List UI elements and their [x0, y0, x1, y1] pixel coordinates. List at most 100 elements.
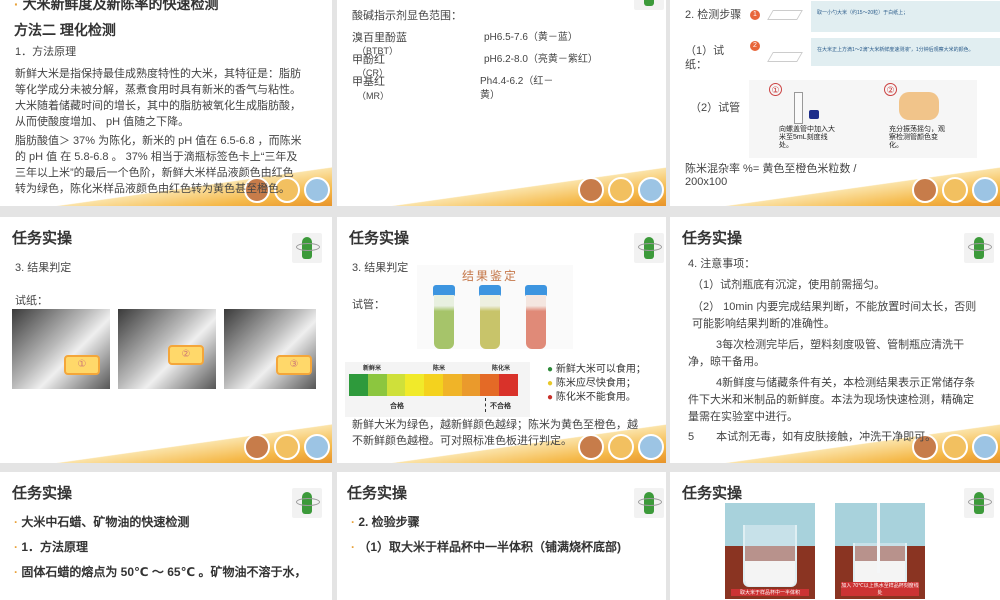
- decor-image: [608, 177, 634, 203]
- color-swatch: [480, 374, 500, 396]
- image-caption: 取大米于样品杯中一半体积: [731, 589, 809, 596]
- method-title: 方法二 理化检测: [14, 22, 116, 38]
- decor-image: [274, 434, 300, 460]
- paragraph: 脂肪酸值＞ 37% 为陈化，新米的 pH 值在 6.5-6.8 ，而陈米的 pH…: [15, 135, 302, 195]
- paper-dropper-icon: [767, 52, 803, 62]
- mascot-icon: [634, 0, 664, 10]
- slide-title: 任务实操: [682, 485, 743, 502]
- paper-label: 试纸：: [15, 295, 48, 307]
- note-item: （2） 10min 内要完成结果判断，不能放置时间太长，否则可能影响结果判断的准…: [692, 301, 977, 330]
- color-swatch: [367, 374, 387, 396]
- bullet-item: · 2. 检验步骤: [351, 515, 420, 529]
- legend-item: ● 新鲜大米可以食用；: [547, 364, 646, 375]
- circle-number: ①: [769, 83, 782, 96]
- hand-icon: [899, 92, 939, 120]
- color-swatch: [386, 374, 406, 396]
- tube-label: （2）试管: [690, 102, 741, 114]
- color-swatch: [499, 374, 519, 396]
- slide-8[interactable]: 任务实操 · 2. 检验步骤 · （1）取大米于样品杯中一半体积（铺满烧杯底部): [337, 472, 666, 600]
- decor-image: [972, 177, 998, 203]
- tag-label: ①: [64, 355, 100, 375]
- divider: [485, 398, 486, 412]
- note-item: （1）试剂瓶底有沉淀，使用前需摇匀。: [692, 279, 886, 291]
- slide-title: 任务实操: [682, 230, 743, 247]
- tube-icon: [794, 92, 803, 124]
- slide-5[interactable]: 任务实操 3. 结果判定 试管： 结果鉴定 新鲜米 陈米 陈化米 合格 不合格 …: [337, 217, 666, 463]
- subheading: 3. 结果判定: [352, 262, 409, 274]
- tube-procedure-image: ① ② 向螺盖管中加入大米至5mL刻度线处。 充分振荡摇匀，观察检测管颜色变化。: [749, 80, 977, 158]
- paper-icon: [767, 10, 803, 20]
- cap-icon: [809, 110, 819, 119]
- step-box: 取一小勺大米（约15～20粒）于白纸上；: [811, 1, 1000, 32]
- tube-label: 试管：: [352, 299, 385, 311]
- paper-label: （1）试纸：: [685, 45, 725, 71]
- bullet-item: · 固体石蜡的熔点为 50℃ ～ 65℃ 。矿物油不溶于水，: [14, 565, 307, 579]
- fail-label: 不合格: [490, 403, 511, 410]
- bullet-item: · 1．方法原理: [14, 540, 89, 554]
- slide-title: 任务实操: [347, 485, 408, 502]
- decor-image: [304, 177, 330, 203]
- subheading: 1．方法原理: [15, 46, 77, 58]
- caption: 充分振荡摇匀，观察检测管颜色变化。: [889, 126, 945, 149]
- slide-heading: · 大米新鲜度及新陈率的快速检测: [14, 0, 219, 12]
- red-tube: [526, 295, 546, 349]
- mascot-icon: [292, 233, 322, 263]
- slide-9[interactable]: 任务实操 取大米于样品杯中一半体积 加入 70℃以上热水至样品杯刻度线处: [670, 472, 1000, 600]
- indicator-range: pH6.5-7.6（黄－蓝）: [484, 32, 578, 43]
- scale-label: 新鲜米: [363, 366, 382, 372]
- decor-image: [942, 177, 968, 203]
- image-caption: 加入 70℃以上热水至样品杯刻度线处: [841, 582, 919, 596]
- mascot-icon: [634, 488, 664, 518]
- color-scale: 新鲜米 陈米 陈化米 合格 不合格: [345, 362, 530, 417]
- result-photo: ①: [12, 309, 110, 389]
- slide-4[interactable]: 任务实操 3. 结果判定 试纸： ① ② ③: [0, 217, 332, 463]
- indicator-range: Ph4.4-6.2（红－黄）: [480, 76, 554, 101]
- caption: 向螺盖管中加入大米至5mL刻度线处。: [779, 126, 835, 149]
- indicator-heading: 酸碱指示剂显色范围：: [352, 10, 462, 22]
- indicator-abbr: （MR）: [357, 91, 389, 101]
- yellow-tube: [480, 295, 500, 349]
- legend-item: ● 陈米应尽快食用；: [547, 378, 636, 389]
- mascot-icon: [964, 233, 994, 263]
- scale-label: 陈米: [433, 366, 446, 372]
- beaker-water-image: 加入 70℃以上热水至样品杯刻度线处: [835, 503, 925, 599]
- slide-3[interactable]: 2. 检测步骤 （1）试纸： （2）试管 1 2 取一小勺大米（约15～20粒）…: [670, 0, 1000, 206]
- result-photo: ②: [118, 309, 216, 389]
- paragraph: 新鲜大米为绿色，越新鲜颜色越绿；陈米为黄色至橙色，越不新鲜颜色越橙。可对照标准色…: [352, 419, 638, 447]
- slide-title: 任务实操: [349, 230, 410, 247]
- result-photo: ③: [224, 309, 316, 389]
- image-title: 结果鉴定: [462, 269, 519, 283]
- color-bar: [349, 374, 519, 396]
- bullet-item: · （1）取大米于样品杯中一半体积（铺满烧杯底部): [351, 540, 622, 554]
- slide-title: 任务实操: [12, 485, 73, 502]
- subheading: 3. 结果判定: [15, 262, 72, 274]
- slide-2[interactable]: 酸碱指示剂显色范围： 溴百里酚蓝 （BTBT） pH6.5-7.6（黄－蓝） 甲…: [337, 0, 666, 206]
- slide-6[interactable]: 任务实操 4. 注意事项： （1）试剂瓶底有沉淀，使用前需摇匀。 （2） 10m…: [670, 217, 1000, 463]
- notes-heading: 4. 注意事项：: [688, 258, 756, 270]
- decor-image: [638, 177, 664, 203]
- color-swatch: [405, 374, 425, 396]
- tag-label: ③: [276, 355, 312, 375]
- circle-number: ②: [884, 83, 897, 96]
- decor-image: [912, 177, 938, 203]
- formula: 陈米混杂率 %= 黄色至橙色米粒数 / 200x100: [685, 163, 857, 188]
- slide-1[interactable]: · 大米新鲜度及新陈率的快速检测 方法二 理化检测 1．方法原理 新鲜大米是指保…: [0, 0, 332, 206]
- step-heading: 2. 检测步骤: [685, 9, 742, 21]
- color-swatch: [442, 374, 462, 396]
- legend: ● 新鲜大米可以食用； ● 陈米应尽快食用； ● 陈化米不能食用。: [547, 363, 646, 405]
- decor-image: [578, 177, 604, 203]
- color-swatch: [461, 374, 481, 396]
- mascot-icon: [964, 488, 994, 518]
- color-swatch: [424, 374, 443, 396]
- legend-item: ● 陈化米不能食用。: [547, 392, 636, 403]
- mascot-icon: [634, 233, 664, 263]
- result-image: 结果鉴定: [417, 265, 573, 349]
- green-tube: [434, 295, 454, 349]
- step-number: 2: [750, 41, 760, 51]
- step-box: 在大米正上方滴1～2滴“大米新鲜度速测液”，1分钟后观察大米的颜色。: [811, 38, 1000, 66]
- slide-7[interactable]: 任务实操 · 大米中石蜡、矿物油的快速检测 · 1．方法原理 · 固体石蜡的熔点…: [0, 472, 332, 600]
- tag-label: ②: [168, 345, 204, 365]
- indicator-range: pH6.2-8.0（亮黄－紫红）: [484, 54, 598, 65]
- color-swatch: [349, 374, 368, 396]
- scale-label: 陈化米: [492, 366, 511, 372]
